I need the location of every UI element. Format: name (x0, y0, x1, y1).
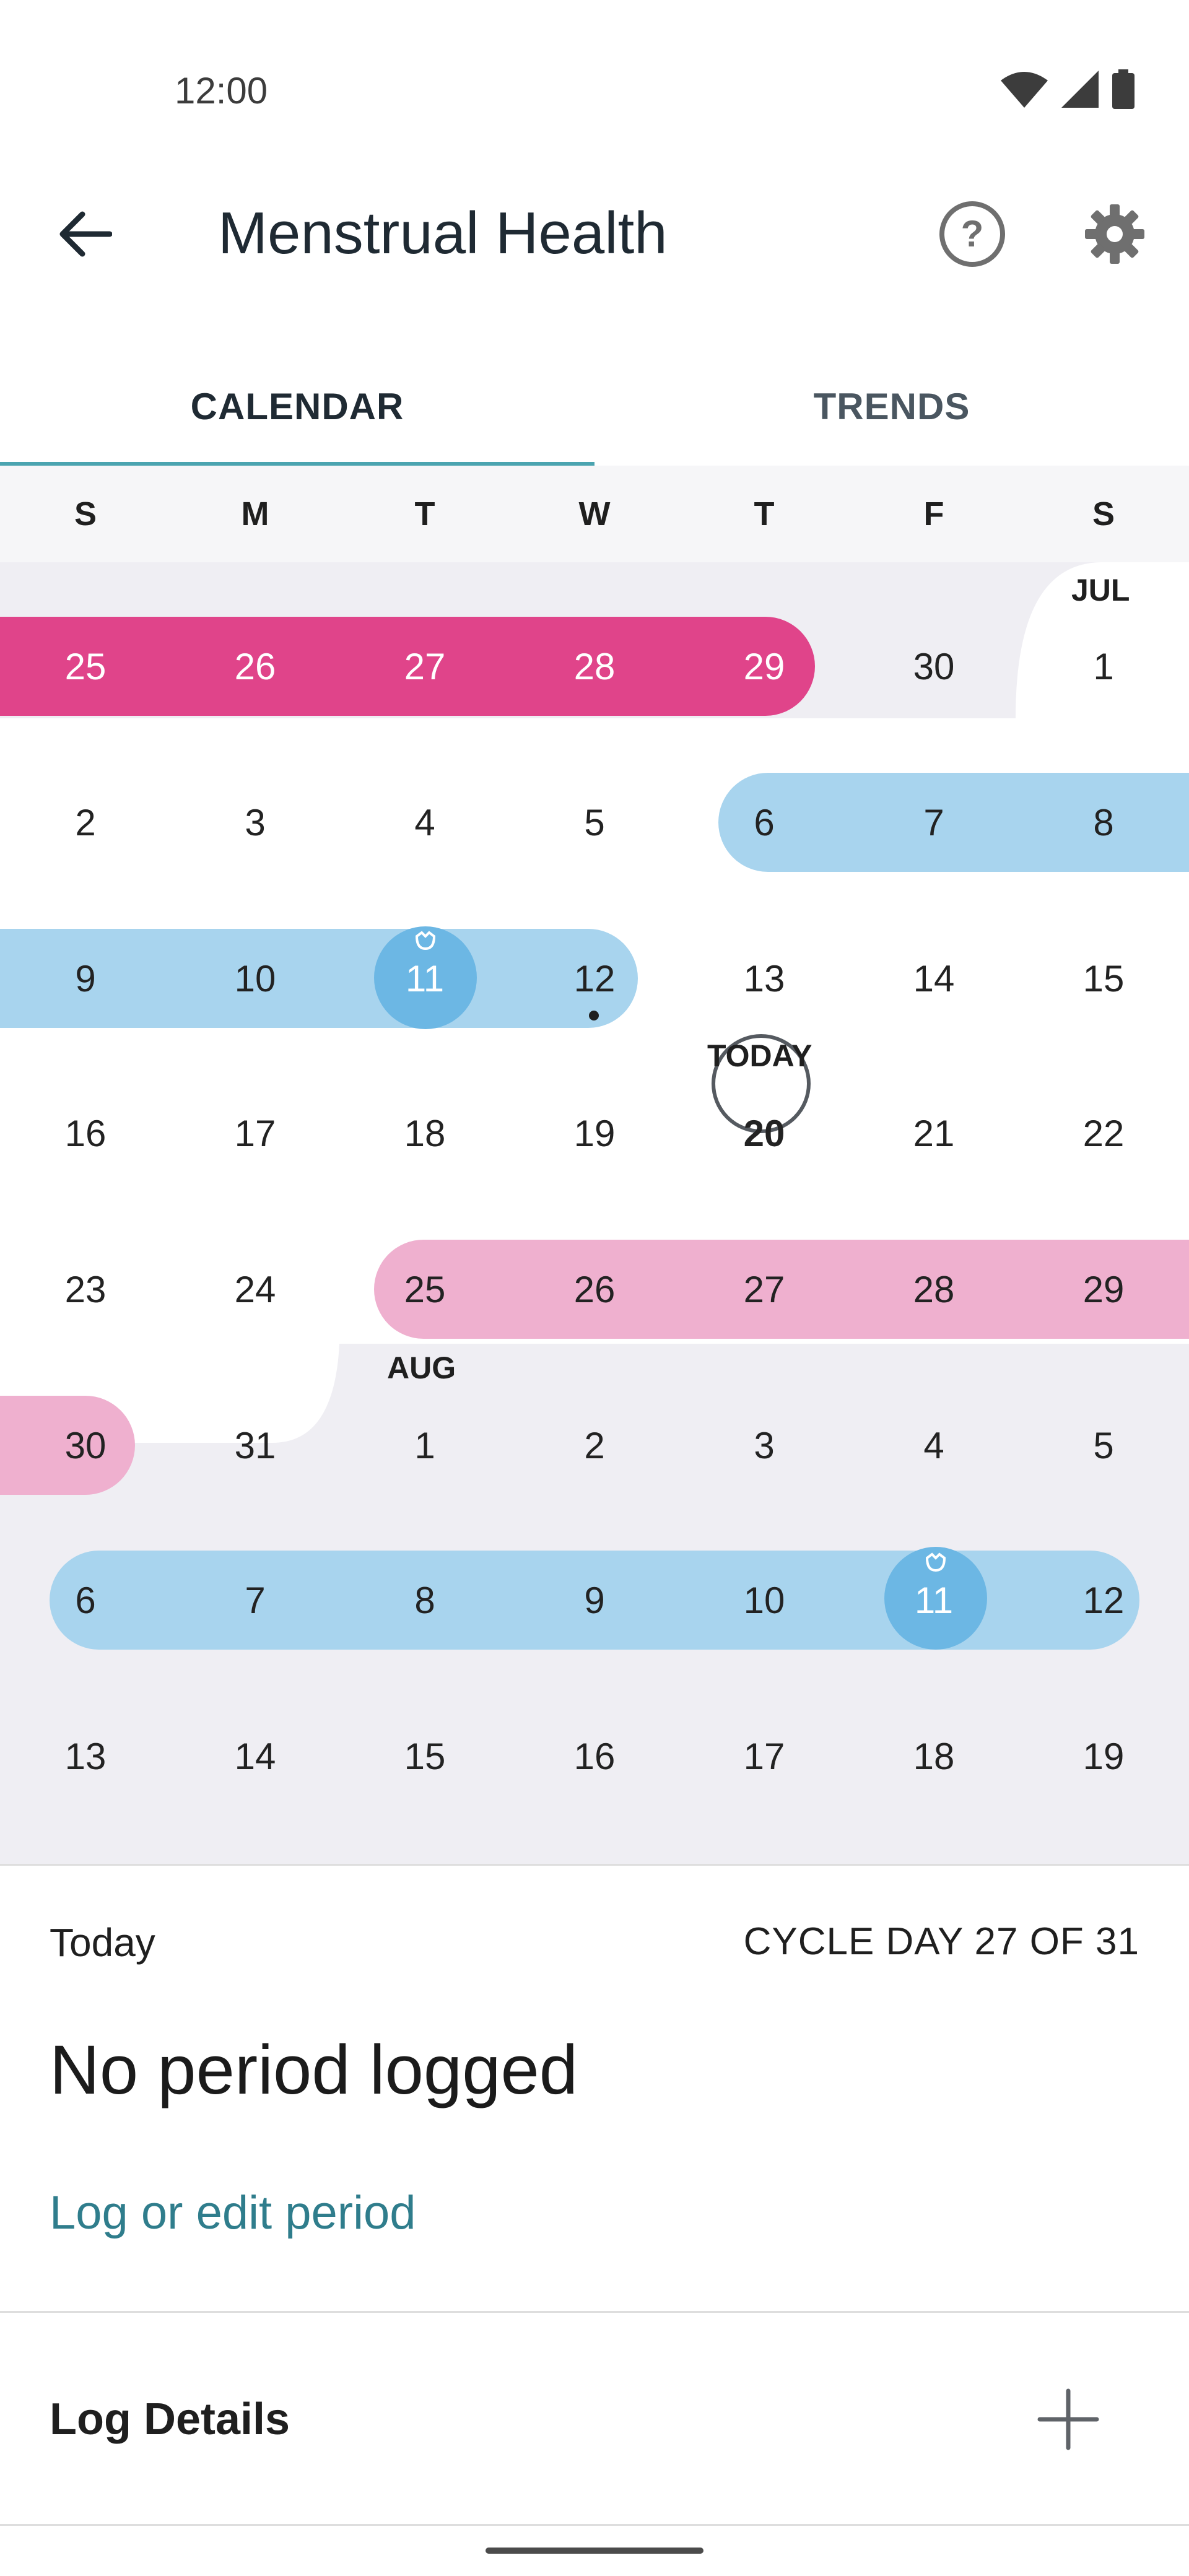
cycle-day-label: CYCLE DAY 27 OF 31 (743, 1920, 1139, 1963)
today-heading: Today (50, 1920, 155, 1965)
divider (0, 1864, 1189, 1866)
calendar-day[interactable]: 16 (510, 1707, 679, 1806)
month-label-jul: JUL (1071, 573, 1130, 607)
calendar-day[interactable]: 2 (1, 773, 170, 872)
calendar-day[interactable]: 21 (849, 1084, 1019, 1183)
signal-icon (1061, 71, 1099, 108)
calendar-grid: JUL AUG TODAY 25 26 27 28 29 30 1 2 3 4 … (0, 562, 1189, 1864)
calendar-day[interactable]: 14 (849, 929, 1019, 1028)
calendar-day[interactable]: 18 (340, 1084, 510, 1183)
calendar-day[interactable]: 25 (1, 617, 170, 716)
calendar-day[interactable]: 27 (340, 617, 510, 716)
help-circle-icon: ? (939, 201, 1005, 267)
weekday-sun: S (74, 495, 97, 533)
calendar-day[interactable]: 6 (679, 773, 849, 872)
gesture-nav-handle[interactable] (486, 2548, 703, 2554)
calendar-day[interactable]: 30 (1, 1396, 170, 1495)
calendar-day[interactable]: 28 (849, 1240, 1019, 1339)
calendar-day[interactable]: 8 (1019, 773, 1188, 872)
back-button[interactable] (47, 197, 121, 271)
calendar-day[interactable]: 4 (340, 773, 510, 872)
divider (0, 2311, 1189, 2313)
weekday-fri: F (923, 495, 944, 533)
calendar-day[interactable]: 16 (1, 1084, 170, 1183)
calendar-day[interactable]: 17 (170, 1084, 340, 1183)
tab-bar: CALENDAR TRENDS (0, 347, 1189, 467)
calendar-day[interactable]: 3 (170, 773, 340, 872)
month-label-aug: AUG (387, 1351, 456, 1385)
calendar-day[interactable]: 15 (1019, 929, 1188, 1028)
calendar-day[interactable]: 5 (1019, 1396, 1188, 1495)
calendar-day[interactable]: 23 (1, 1240, 170, 1339)
calendar-day[interactable]: 12 (1019, 1551, 1188, 1650)
wifi-icon (1001, 72, 1048, 108)
calendar-day[interactable]: 10 (170, 929, 340, 1028)
calendar-day[interactable]: 22 (1019, 1084, 1188, 1183)
calendar-day[interactable]: 12 (510, 929, 679, 1028)
calendar-day[interactable]: 18 (849, 1707, 1019, 1806)
calendar-day[interactable]: 30 (849, 617, 1019, 716)
log-period-link[interactable]: Log or edit period (50, 2186, 416, 2240)
period-status: No period logged (50, 2031, 578, 2108)
tab-calendar[interactable]: CALENDAR (0, 347, 594, 466)
gear-icon (1085, 204, 1144, 264)
calendar-day[interactable]: 7 (170, 1551, 340, 1650)
calendar-day[interactable]: 26 (170, 617, 340, 716)
calendar-day[interactable]: 29 (1019, 1240, 1188, 1339)
calendar-day[interactable]: 31 (170, 1396, 340, 1495)
calendar-day[interactable]: 9 (1, 929, 170, 1028)
log-details-label: Log Details (50, 2395, 290, 2444)
calendar-day[interactable]: 24 (170, 1240, 340, 1339)
battery-icon (1112, 69, 1135, 109)
calendar-day[interactable]: 13 (1, 1707, 170, 1806)
calendar-day[interactable]: 7 (849, 773, 1019, 872)
calendar-day[interactable]: 1 (340, 1396, 510, 1495)
weekday-mon: M (241, 495, 269, 533)
calendar-day[interactable]: 8 (340, 1551, 510, 1650)
divider (0, 2524, 1189, 2526)
settings-button[interactable] (1078, 197, 1152, 271)
weekday-wed: W (578, 495, 611, 533)
calendar-day[interactable]: 26 (510, 1240, 679, 1339)
status-icons (1000, 69, 1136, 109)
weekday-thu: T (754, 495, 775, 533)
weekday-header: S M T W T F S (0, 466, 1189, 562)
calendar-day[interactable]: 11 (849, 1551, 1019, 1650)
page-title: Menstrual Health (218, 200, 668, 266)
calendar-day[interactable]: 1 (1019, 617, 1188, 716)
calendar-day[interactable]: 3 (679, 1396, 849, 1495)
calendar-day[interactable]: 15 (340, 1707, 510, 1806)
calendar-day[interactable]: 11 (340, 929, 510, 1028)
calendar-day[interactable]: 2 (510, 1396, 679, 1495)
calendar-day[interactable]: 14 (170, 1707, 340, 1806)
tab-trends[interactable]: TRENDS (594, 347, 1189, 466)
status-time: 12:00 (175, 70, 268, 111)
weekday-tue: T (414, 495, 435, 533)
calendar-day[interactable]: 9 (510, 1551, 679, 1650)
help-button[interactable]: ? (929, 197, 1016, 271)
calendar-day[interactable]: 19 (1019, 1707, 1188, 1806)
svg-text:?: ? (961, 213, 984, 255)
calendar-day[interactable]: 27 (679, 1240, 849, 1339)
calendar-day[interactable]: 25 (340, 1240, 510, 1339)
weekday-sat: S (1092, 495, 1115, 533)
calendar-day[interactable]: 17 (679, 1707, 849, 1806)
calendar-day[interactable]: 10 (679, 1551, 849, 1650)
calendar-day[interactable]: 4 (849, 1396, 1019, 1495)
today-label: TODAY (707, 1038, 812, 1073)
calendar-day[interactable]: 28 (510, 617, 679, 716)
arrow-left-icon (59, 211, 112, 257)
plus-icon (1037, 2388, 1099, 2450)
add-log-button[interactable] (1028, 2379, 1108, 2460)
calendar-day[interactable]: 29 (679, 617, 849, 716)
calendar-day[interactable]: 13 (679, 929, 849, 1028)
calendar-day[interactable]: 5 (510, 773, 679, 872)
calendar-day[interactable]: 19 (510, 1084, 679, 1183)
calendar-day[interactable]: 6 (1, 1551, 170, 1650)
calendar-day-today[interactable]: 20 (679, 1084, 849, 1183)
